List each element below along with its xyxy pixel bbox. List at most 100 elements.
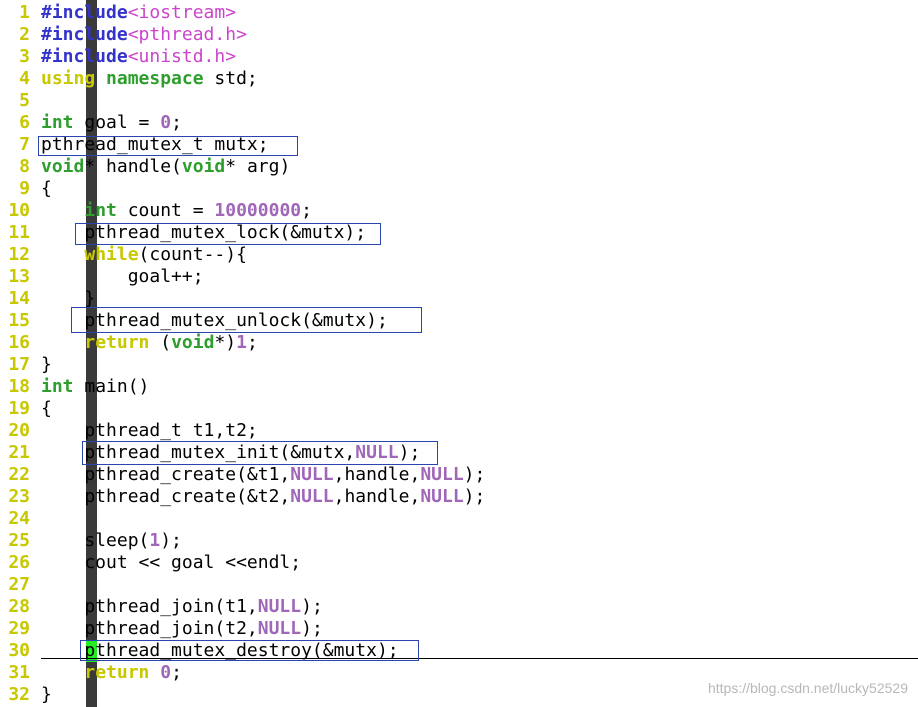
code-token: sleep( [41, 530, 150, 551]
highlight-box-mutex-lock [75, 223, 381, 245]
line-code: int goal = 0; [41, 112, 182, 134]
code-token: pthread_create(&t2, [41, 486, 291, 507]
line-number: 25 [8, 530, 30, 551]
line-number: 26 [8, 552, 30, 573]
code-token: pthread_join(t2, [41, 618, 258, 639]
line-number: 12 [8, 244, 30, 265]
code-token: NULL [257, 596, 302, 617]
line-code: #include<unistd.h> [41, 46, 236, 68]
line-code: int main() [41, 376, 149, 398]
code-token: NULL [257, 618, 302, 639]
code-token: namespace [106, 68, 204, 89]
line-number: 30 [8, 640, 30, 661]
line-number: 10 [8, 200, 30, 221]
line-code: void* handle(void* arg) [41, 156, 290, 178]
code-token: ,handle, [333, 486, 421, 507]
code-token: pthread_create(&t1, [41, 464, 291, 485]
code-token: std; [203, 68, 258, 89]
line-code: pthread_create(&t2,NULL,handle,NULL); [41, 486, 485, 508]
code-token: NULL [420, 464, 464, 485]
code-token: main() [73, 376, 150, 397]
code-token: 0 [160, 112, 172, 133]
line-code: cout << goal <<endl; [41, 552, 301, 574]
code-token: ; [246, 332, 258, 353]
line-number: 22 [8, 464, 30, 485]
code-token: #include [41, 24, 128, 45]
line-code: } [41, 354, 52, 376]
line-code: int count = 10000000; [41, 200, 312, 222]
code-token: return [84, 662, 150, 683]
line-code: using namespace std; [41, 68, 258, 90]
code-token: NULL [420, 486, 464, 507]
code-token: { [41, 398, 52, 419]
line-number: 18 [8, 376, 30, 397]
highlight-box-mutex-unlock [71, 307, 422, 333]
code-token: * handle( [84, 156, 182, 177]
line-number: 27 [8, 574, 30, 595]
code-token: } [41, 288, 96, 309]
line-number: 14 [8, 288, 30, 309]
code-token: pthread_join(t1, [41, 596, 258, 617]
line-code: goal++; [41, 266, 204, 288]
code-token: #include [41, 46, 128, 67]
code-token: <unistd.h> [127, 46, 237, 67]
code-token: { [41, 178, 52, 199]
line-code: #include<iostream> [41, 2, 236, 24]
line-code: pthread_create(&t1,NULL,handle,NULL); [41, 464, 485, 486]
code-token: void [171, 332, 215, 353]
code-token: ); [301, 596, 323, 617]
code-token: } [41, 684, 52, 705]
line-code: pthread_join(t2,NULL); [41, 618, 323, 640]
code-token: ; [171, 662, 182, 683]
code-token: int [84, 200, 117, 221]
line-number: 1 [19, 2, 30, 23]
line-number: 6 [19, 112, 30, 133]
line-number: 29 [8, 618, 30, 639]
code-token: ,handle, [333, 464, 421, 485]
line-number: 13 [8, 266, 30, 287]
line-code: return (void*)1; [41, 332, 258, 354]
code-token: } [41, 354, 52, 375]
line-code: #include<pthread.h> [41, 24, 247, 46]
code-token: while [84, 244, 139, 265]
line-number: 20 [8, 420, 30, 441]
line-number: 28 [8, 596, 30, 617]
code-token: ( [149, 332, 172, 353]
code-token: ; [171, 112, 182, 133]
code-token: using [41, 68, 96, 89]
code-editor[interactable]: 1 #include<iostream> 2 #include<pthread.h> 3… [0, 0, 918, 707]
code-token: cout << goal <<endl; [41, 552, 302, 573]
code-token: ); [160, 530, 182, 551]
highlight-box-mutex-init [82, 441, 438, 465]
code-token: return [84, 332, 150, 353]
code-token: goal = [73, 112, 161, 133]
line-code: return 0; [41, 662, 182, 684]
line-number: 5 [19, 90, 30, 111]
line-code: pthread_join(t1,NULL); [41, 596, 323, 618]
code-token: *) [214, 332, 237, 353]
line-number: 21 [8, 442, 30, 463]
code-token: 1 [149, 530, 161, 551]
code-token: ; [301, 200, 312, 221]
code-token: <iostream> [127, 2, 237, 23]
code-token: ); [301, 618, 323, 639]
line-code: { [41, 178, 52, 200]
line-number: 2 [19, 24, 30, 45]
code-token: NULL [290, 486, 334, 507]
line-number: 8 [19, 156, 30, 177]
code-token: <pthread.h> [127, 24, 247, 45]
line-number: 16 [8, 332, 30, 353]
line-number: 4 [19, 68, 30, 89]
code-token: pthread_t t1,t2; [41, 420, 258, 441]
line-number: 3 [19, 46, 30, 67]
highlight-box-mutex-destroy [80, 640, 419, 661]
code-token: * arg) [225, 156, 291, 177]
line-code: pthread_t t1,t2; [41, 420, 258, 442]
code-token: void [181, 156, 226, 177]
code-token: (count--){ [138, 244, 247, 265]
code-token: ); [463, 486, 486, 507]
